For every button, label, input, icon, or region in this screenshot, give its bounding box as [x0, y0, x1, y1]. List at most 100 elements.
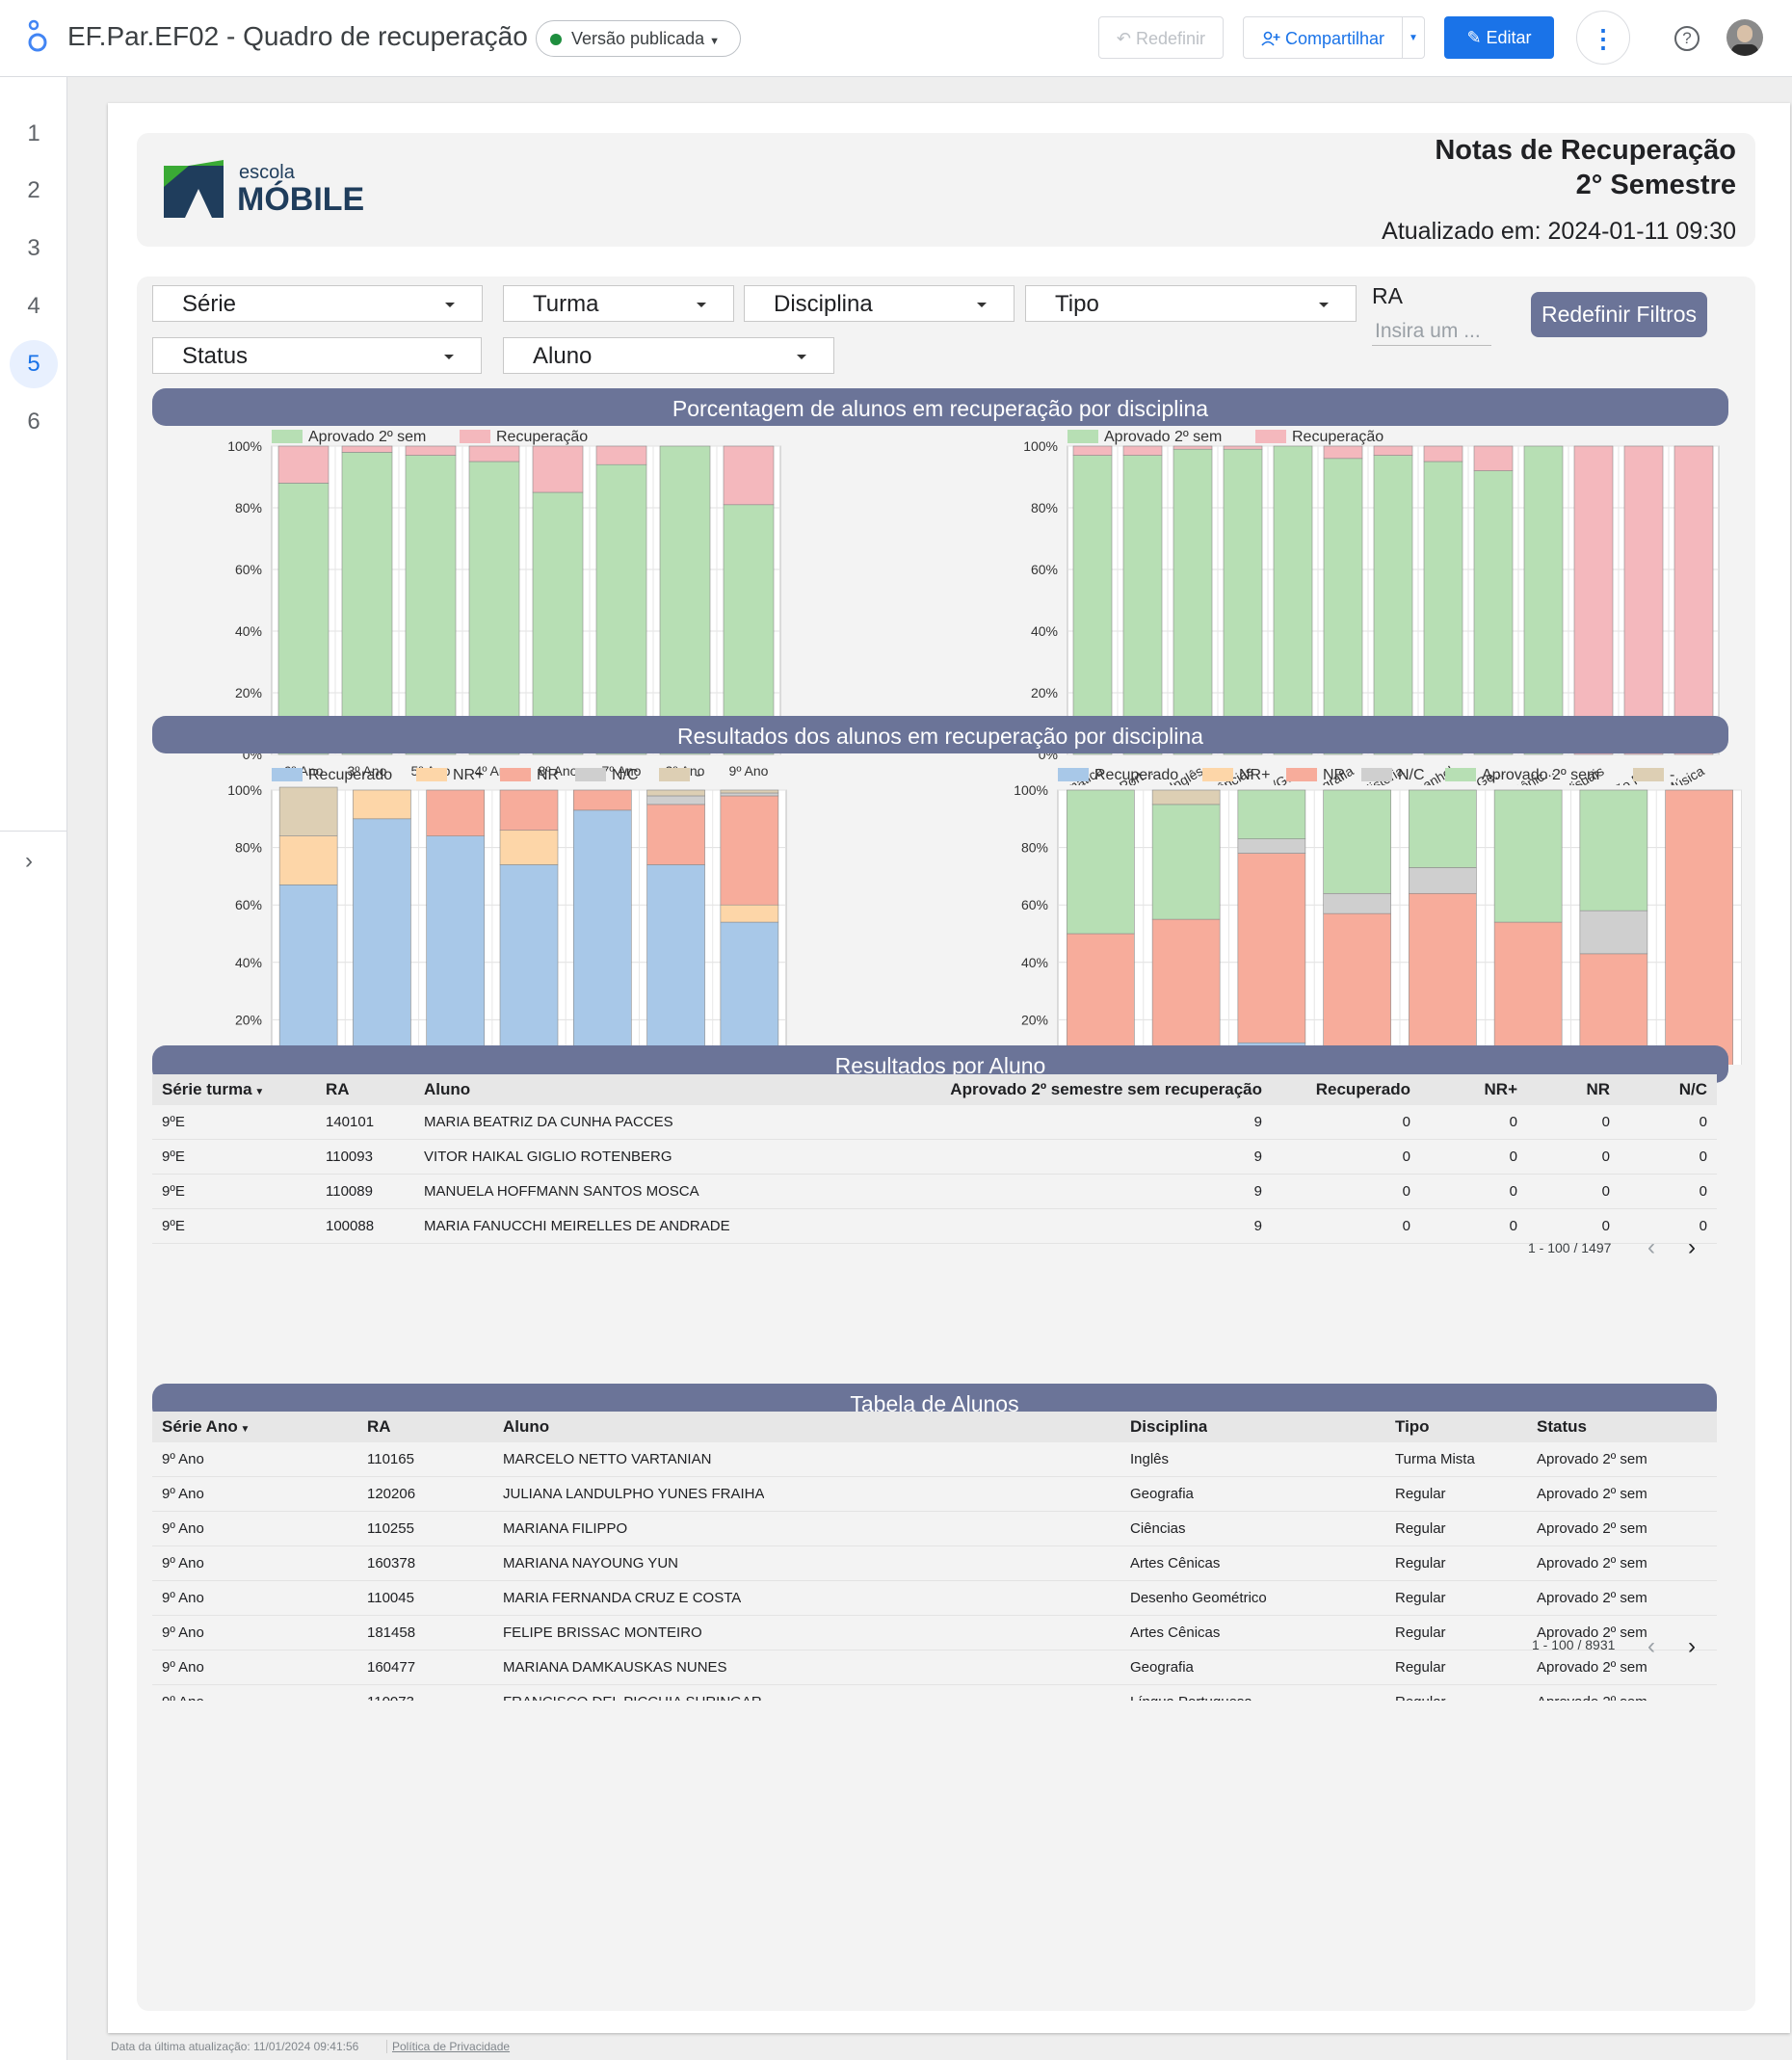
- table-cell: Artes Cênicas: [1130, 1624, 1221, 1641]
- version-label: Versão publicada: [571, 29, 705, 48]
- table-row[interactable]: 9ºE 110089 MANUELA HOFFMANN SANTOS MOSCA 9 0…: [152, 1175, 1717, 1209]
- table-cell: 0: [1700, 1244, 1707, 1254]
- bar-segment: [1151, 918, 1221, 1064]
- bar-segment: [1237, 789, 1306, 839]
- bar-segment: [1473, 470, 1514, 755]
- col-disciplina[interactable]: Disciplina: [1130, 1412, 1207, 1442]
- bar-segment: [720, 792, 779, 797]
- version-selector[interactable]: Versão publicada ▼: [536, 20, 741, 57]
- legend-label: Recuperação: [1292, 429, 1384, 445]
- bar-segment: [1173, 448, 1213, 755]
- y-tick-label: 60%: [235, 562, 262, 577]
- disciplina-filter[interactable]: Disciplina: [744, 285, 1015, 322]
- page-6-link[interactable]: 6: [10, 398, 58, 446]
- table-cell: 0: [1699, 1183, 1707, 1200]
- table-row[interactable]: 9ºE 110093 VITOR HAIKAL GIGLIO ROTENBERG 9 0…: [152, 1140, 1717, 1175]
- help-icon[interactable]: ?: [1674, 26, 1700, 51]
- reset-button[interactable]: ↶ Redefinir: [1098, 16, 1224, 59]
- page-1-link[interactable]: 1: [10, 110, 58, 158]
- table-cell: 9º Ano: [162, 1451, 204, 1467]
- col-serie-turma[interactable]: Série turma ▼: [162, 1074, 264, 1108]
- page-5-link[interactable]: 5: [10, 340, 58, 388]
- prev-page-icon[interactable]: ‹: [1647, 1633, 1655, 1660]
- table-row[interactable]: 9ºE 110078 MARIA EDUARDA LISAUSKAS ZENARO 9…: [152, 1244, 1717, 1254]
- col-aluno[interactable]: Aluno: [424, 1074, 470, 1105]
- bar-segment: [595, 463, 647, 755]
- report-title-line1: Notas de Recuperação: [1435, 135, 1736, 166]
- bar-segment: [1237, 853, 1306, 1043]
- table-row[interactable]: 9º Ano 181458 FELIPE BRISSAC MONTEIRO Artes…: [152, 1616, 1717, 1651]
- table-row[interactable]: 9º Ano 110045 MARIA FERNANDA CRUZ E COSTA D…: [152, 1581, 1717, 1616]
- bar-segment: [1323, 445, 1363, 460]
- bar-segment: [1273, 445, 1313, 755]
- y-tick-label: 80%: [235, 840, 262, 856]
- next-page-icon[interactable]: ›: [1688, 1633, 1696, 1660]
- table-cell: MARIANA DAMKAUSKAS NUNES: [503, 1659, 727, 1676]
- ra-input[interactable]: Insira um ...: [1372, 317, 1491, 346]
- col-nr[interactable]: NR: [1586, 1074, 1610, 1105]
- table-cell: 181458: [367, 1624, 416, 1641]
- bar-segment: [278, 786, 338, 836]
- edit-button[interactable]: ✎ Editar: [1444, 16, 1554, 59]
- table-row[interactable]: 9ºE 140101 MARIA BEATRIZ DA CUNHA PACCES 9 0…: [152, 1105, 1717, 1140]
- next-page-icon[interactable]: ›: [1688, 1234, 1696, 1261]
- share-options-button[interactable]: ▼: [1402, 16, 1425, 59]
- col-aprovado[interactable]: Aprovado 2º semestre sem recuperação: [950, 1074, 1262, 1105]
- col-nrplus[interactable]: NR+: [1485, 1074, 1517, 1105]
- y-tick-label: 40%: [235, 955, 262, 970]
- table-row[interactable]: 9º Ano 120206 JULIANA LANDULPHO YUNES FRAI…: [152, 1477, 1717, 1512]
- prev-page-icon[interactable]: ‹: [1647, 1234, 1655, 1261]
- y-tick-label: 80%: [235, 500, 262, 515]
- table-row[interactable]: 9º Ano 110165 MARCELO NETTO VARTANIAN Inglê…: [152, 1442, 1717, 1477]
- report-title[interactable]: EF.Par.EF02 - Quadro de recuperação: [67, 21, 528, 52]
- bar-segment: [720, 904, 779, 923]
- status-filter[interactable]: Status: [152, 337, 482, 374]
- col-ra[interactable]: RA: [326, 1074, 350, 1105]
- results-table-header: Série turma ▼ RA Aluno Aprovado 2º semes…: [152, 1074, 1717, 1105]
- table-cell: Regular: [1395, 1624, 1446, 1641]
- col-tipo[interactable]: Tipo: [1395, 1412, 1430, 1442]
- footer-update-date: Data da última atualização: 11/01/2024 0…: [111, 2040, 359, 2053]
- bar-segment: [1665, 789, 1733, 1065]
- col-ra[interactable]: RA: [367, 1412, 391, 1442]
- bar-segment: [1573, 445, 1614, 755]
- table-row[interactable]: 9ºE 100088 MARIA FANUCCHI MEIRELLES DE AND…: [152, 1209, 1717, 1244]
- turma-filter[interactable]: Turma: [503, 285, 734, 322]
- y-tick-label: 100%: [227, 782, 262, 798]
- page-3-link[interactable]: 3: [10, 224, 58, 273]
- aluno-filter[interactable]: Aluno: [503, 337, 834, 374]
- bar-segment: [595, 445, 647, 465]
- share-button[interactable]: Compartilhar: [1243, 16, 1403, 59]
- col-serie-ano[interactable]: Série Ano ▼: [162, 1412, 250, 1445]
- reset-filters-button[interactable]: Redefinir Filtros: [1531, 292, 1707, 337]
- more-options-icon[interactable]: ⋮: [1576, 11, 1630, 65]
- table-row[interactable]: 9º Ano 110073 FRANCISCO DEL PICCHIA SURING…: [152, 1685, 1717, 1701]
- tipo-filter[interactable]: Tipo: [1025, 285, 1357, 322]
- bar-segment: [572, 789, 632, 811]
- col-nc[interactable]: N/C: [1679, 1074, 1707, 1105]
- serie-filter[interactable]: Série: [152, 285, 483, 322]
- report-header: escola MÓBILE Notas de Recuperação 2° Se…: [137, 133, 1755, 247]
- table-cell: Regular: [1395, 1659, 1446, 1676]
- table-row[interactable]: 9º Ano 160477 MARIANA DAMKAUSKAS NUNES Geog…: [152, 1651, 1717, 1685]
- legend-swatch: [575, 768, 606, 781]
- col-aluno[interactable]: Aluno: [503, 1412, 549, 1442]
- looker-studio-logo-icon[interactable]: [25, 19, 50, 58]
- page-2-link[interactable]: 2: [10, 167, 58, 215]
- bar-segment: [1409, 789, 1477, 868]
- page-navigator: 1 2 3 4 5 6 ›: [0, 77, 67, 2060]
- col-label: Série turma: [162, 1080, 252, 1098]
- privacy-policy-link[interactable]: Política de Privacidade: [386, 2040, 510, 2053]
- table-row[interactable]: 9º Ano 160378 MARIANA NAYOUNG YUN Artes Cên…: [152, 1546, 1717, 1581]
- table-row[interactable]: 9º Ano 110255 MARIANA FILIPPO Ciências Regul…: [152, 1512, 1717, 1546]
- table-cell: Aprovado 2º sem: [1537, 1520, 1647, 1537]
- col-recuperado[interactable]: Recuperado: [1316, 1074, 1410, 1105]
- table-cell: 0: [1509, 1149, 1517, 1165]
- legend-swatch: [272, 768, 303, 781]
- col-status[interactable]: Status: [1537, 1412, 1587, 1442]
- expand-chevron-icon[interactable]: ›: [25, 848, 33, 875]
- table-cell: 9ºE: [162, 1244, 185, 1254]
- user-avatar[interactable]: [1726, 19, 1763, 56]
- page-4-link[interactable]: 4: [10, 282, 58, 330]
- table-cell: 0: [1509, 1183, 1517, 1200]
